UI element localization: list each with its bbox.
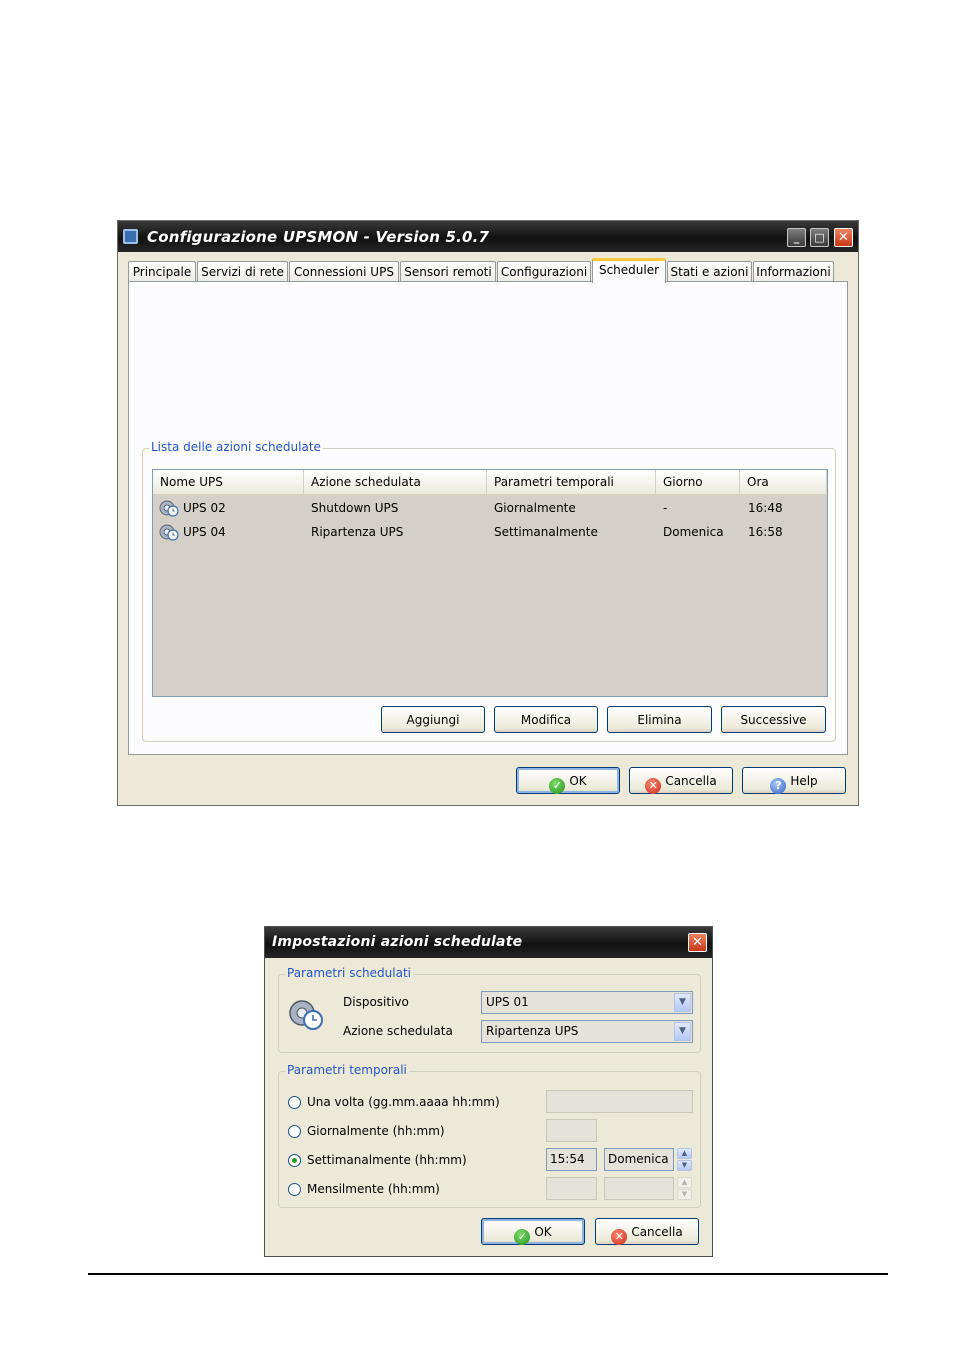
next-button[interactable]: Successive: [721, 706, 826, 733]
cell-action: Shutdown UPS: [311, 501, 399, 515]
help-label: Help: [790, 774, 818, 788]
tab-sensori-remoti[interactable]: Sensori remoti: [400, 261, 496, 282]
cell-action: Ripartenza UPS: [311, 525, 404, 539]
upsmon-config-window: Configurazione UPSMON - Version 5.0.7 _ …: [117, 220, 859, 806]
monthly-time-input[interactable]: [546, 1177, 597, 1200]
cancel-x-icon: ✕: [645, 778, 662, 794]
dialog-cancel-button[interactable]: ✕ Cancella: [595, 1218, 699, 1245]
list-header: Nome UPS Azione schedulata Parametri tem…: [153, 470, 827, 496]
app-icon: [123, 229, 138, 244]
time-params-group: Parametri temporali Una volta (gg.mm.aaa…: [278, 1063, 701, 1208]
gear-clock-icon: [159, 524, 179, 541]
cell-time: 16:48: [748, 501, 783, 515]
cell-day: Domenica: [663, 525, 724, 539]
page-divider: [88, 1273, 888, 1275]
action-select[interactable]: Ripartenza UPS ▼: [481, 1020, 693, 1043]
group-label: Lista delle azioni schedulate: [149, 440, 323, 454]
cell-params: Settimanalmente: [494, 525, 598, 539]
monthly-day-spinner[interactable]: ▲ ▼: [677, 1177, 692, 1200]
scheduled-action-settings-dialog: Impostazioni azioni schedulate ✕ Paramet…: [264, 926, 713, 1257]
dialog-close-button[interactable]: ✕: [688, 933, 707, 952]
action-label: Azione schedulata: [343, 1024, 453, 1038]
weekly-label[interactable]: Settimanalmente (hh:mm): [307, 1153, 467, 1167]
tab-servizi-di-rete[interactable]: Servizi di rete: [197, 261, 288, 282]
checkmark-icon: ✓: [514, 1229, 531, 1245]
gear-clock-icon: [289, 1000, 323, 1030]
cell-name: UPS 02: [183, 501, 226, 515]
tab-scheduler[interactable]: Scheduler: [592, 258, 666, 283]
title-bar[interactable]: Configurazione UPSMON - Version 5.0.7 _ …: [118, 221, 858, 252]
ok-label: OK: [569, 774, 587, 788]
tab-connessioni-ups[interactable]: Connessioni UPS: [289, 261, 399, 282]
list-item[interactable]: UPS 04 Ripartenza UPS Settimanalmente Do…: [153, 520, 827, 544]
spin-down-icon[interactable]: ▼: [677, 1160, 692, 1171]
cell-name: UPS 04: [183, 525, 226, 539]
chevron-down-icon[interactable]: ▼: [674, 1022, 691, 1041]
dialog-ok-button[interactable]: ✓ OK: [481, 1218, 585, 1245]
daily-radio[interactable]: [288, 1125, 301, 1138]
cell-time: 16:58: [748, 525, 783, 539]
cancel-label: Cancella: [631, 1225, 683, 1239]
cell-params: Giornalmente: [494, 501, 576, 515]
ok-button[interactable]: ✓ OK: [516, 767, 620, 794]
dialog-title: Impostazioni azioni schedulate: [272, 934, 523, 950]
monthly-day-input[interactable]: [604, 1177, 674, 1200]
help-question-icon: ?: [770, 778, 787, 794]
monthly-label[interactable]: Mensilmente (hh:mm): [307, 1182, 440, 1196]
list-item[interactable]: UPS 02 Shutdown UPS Giornalmente - 16:48: [153, 496, 827, 520]
column-header-ora[interactable]: Ora: [740, 470, 827, 494]
group-label: Parametri temporali: [285, 1063, 409, 1077]
column-header-giorno[interactable]: Giorno: [656, 470, 740, 494]
scheduled-actions-group: Lista delle azioni schedulate Nome UPS A…: [142, 440, 836, 742]
cancel-label: Cancella: [665, 774, 717, 788]
maximize-button[interactable]: □: [810, 228, 829, 247]
dialog-title-bar[interactable]: Impostazioni azioni schedulate ✕: [265, 927, 712, 958]
cancel-x-icon: ✕: [611, 1229, 628, 1245]
delete-button[interactable]: Elimina: [607, 706, 712, 733]
scheduled-actions-list[interactable]: Nome UPS Azione schedulata Parametri tem…: [152, 469, 828, 697]
help-button[interactable]: ? Help: [742, 767, 846, 794]
chevron-down-icon[interactable]: ▼: [674, 993, 691, 1012]
column-header-parametri[interactable]: Parametri temporali: [487, 470, 656, 494]
daily-label[interactable]: Giornalmente (hh:mm): [307, 1124, 445, 1138]
column-header-azione[interactable]: Azione schedulata: [304, 470, 487, 494]
add-button[interactable]: Aggiungi: [381, 706, 485, 733]
action-value: Ripartenza UPS: [486, 1024, 579, 1038]
scheduled-params-group: Parametri schedulati Dispositivo UPS 01 …: [278, 966, 701, 1053]
scheduler-panel: Lista delle azioni schedulate Nome UPS A…: [128, 281, 848, 755]
checkmark-icon: ✓: [549, 778, 566, 794]
group-label: Parametri schedulati: [285, 966, 413, 980]
once-datetime-input[interactable]: [546, 1090, 693, 1113]
weekly-radio[interactable]: [288, 1154, 301, 1167]
column-header-nome-ups[interactable]: Nome UPS: [153, 470, 304, 494]
spin-up-icon[interactable]: ▲: [677, 1148, 692, 1159]
device-value: UPS 01: [486, 995, 529, 1009]
tab-stati-e-azioni[interactable]: Stati e azioni: [667, 261, 752, 282]
daily-time-input[interactable]: [546, 1119, 597, 1142]
device-select[interactable]: UPS 01 ▼: [481, 991, 693, 1014]
close-button[interactable]: ✕: [834, 228, 853, 247]
edit-button[interactable]: Modifica: [494, 706, 598, 733]
device-label: Dispositivo: [343, 995, 409, 1009]
tab-principale[interactable]: Principale: [128, 261, 196, 282]
tab-configurazioni[interactable]: Configurazioni: [497, 261, 591, 282]
weekly-time-input[interactable]: 15:54: [546, 1148, 597, 1171]
once-radio[interactable]: [288, 1096, 301, 1109]
gear-clock-icon: [159, 500, 179, 517]
spin-up-icon[interactable]: ▲: [677, 1177, 692, 1188]
cancel-button[interactable]: ✕ Cancella: [629, 767, 733, 794]
monthly-radio[interactable]: [288, 1183, 301, 1196]
tab-informazioni[interactable]: Informazioni: [753, 261, 834, 282]
minimize-button[interactable]: _: [787, 228, 806, 247]
once-label[interactable]: Una volta (gg.mm.aaaa hh:mm): [307, 1095, 500, 1109]
ok-label: OK: [534, 1225, 552, 1239]
weekly-day-spinner[interactable]: ▲ ▼: [677, 1148, 692, 1171]
spin-down-icon[interactable]: ▼: [677, 1189, 692, 1200]
window-title: Configurazione UPSMON - Version 5.0.7: [147, 228, 490, 246]
cell-day: -: [663, 501, 668, 515]
weekly-day-input[interactable]: Domenica: [604, 1148, 674, 1171]
